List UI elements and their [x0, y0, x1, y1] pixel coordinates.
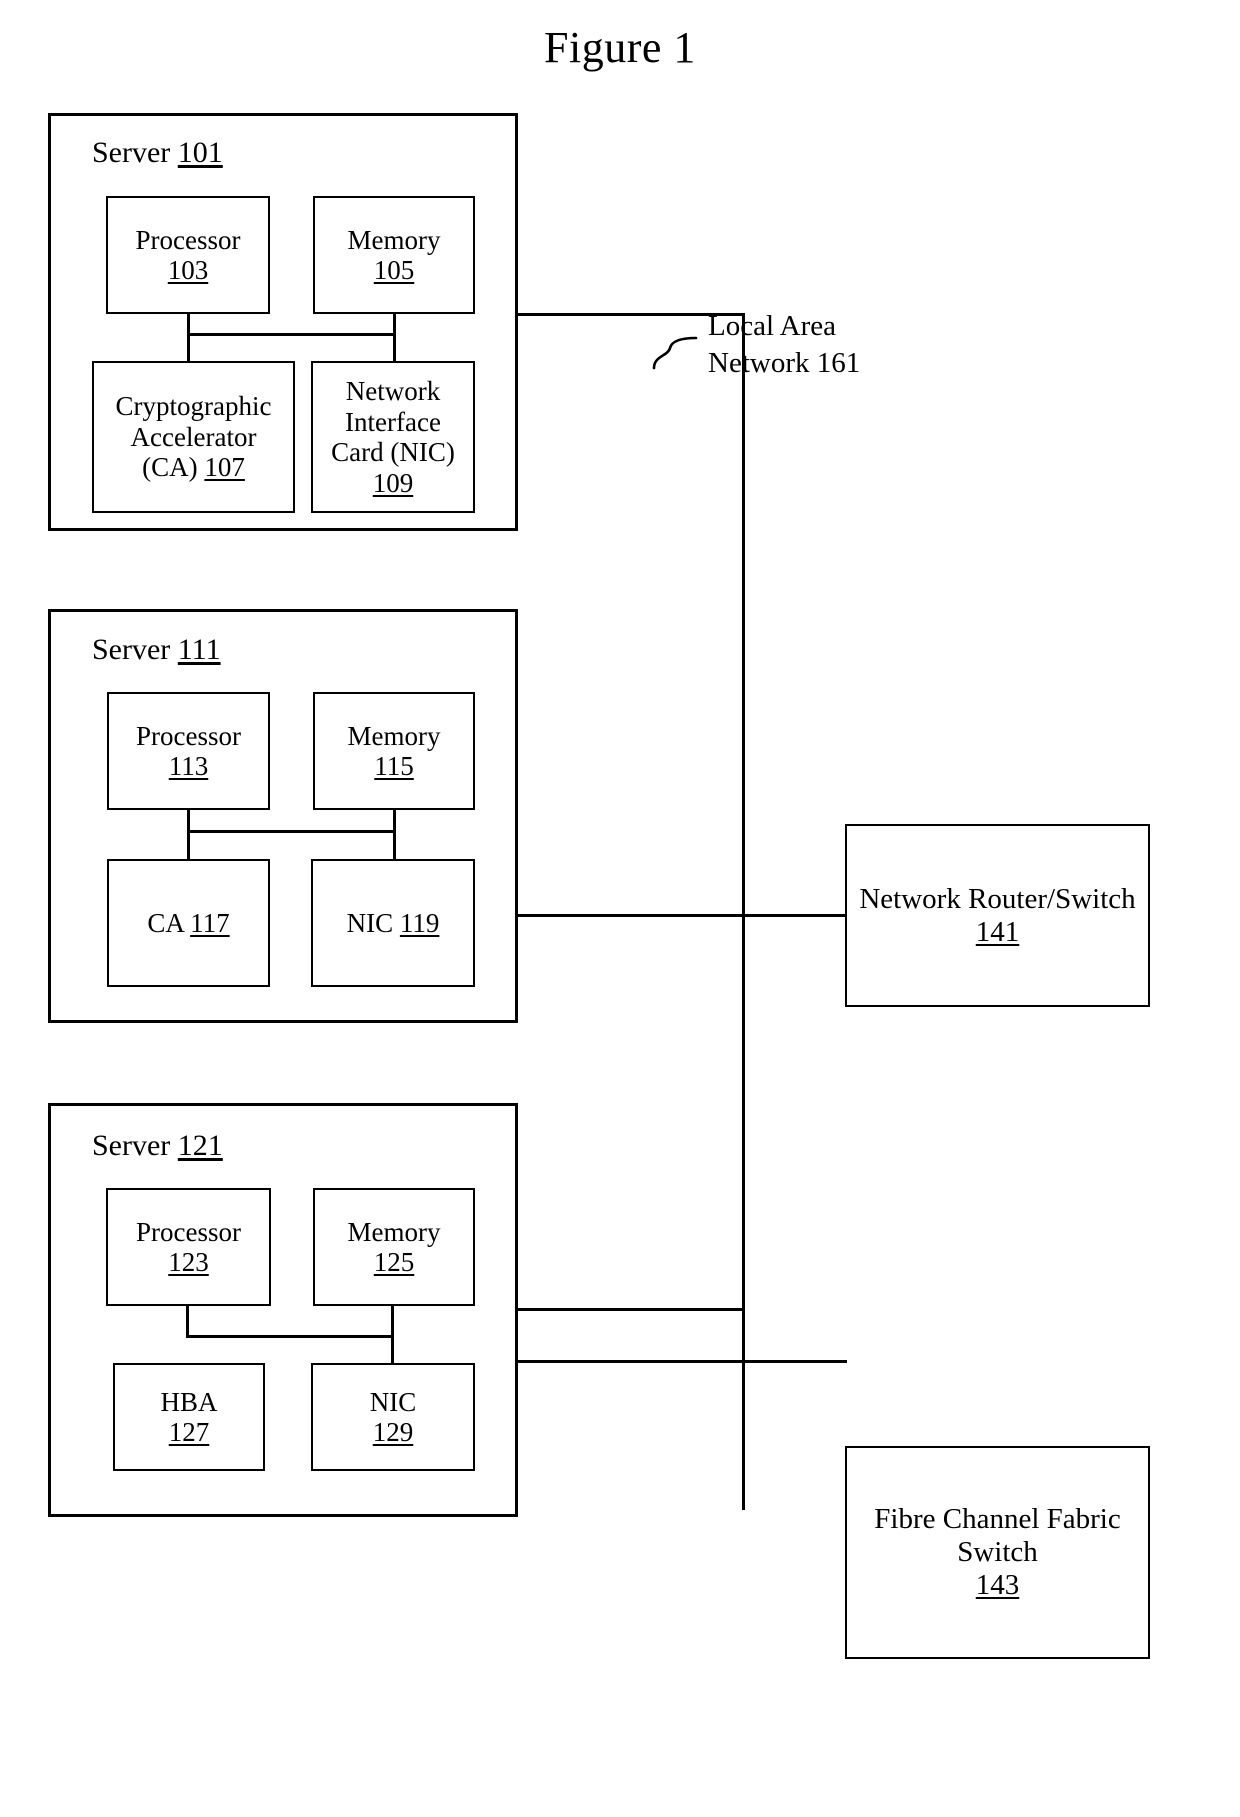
server-121-label: Server 121: [92, 1129, 223, 1163]
server-121-bus-line-memory: [391, 1306, 394, 1365]
lan-trunk-vertical: [742, 313, 745, 1510]
nic-label: NIC: [369, 1386, 417, 1417]
server-121-nic-text: NIC 129: [311, 1363, 475, 1471]
hba-number: 127: [168, 1417, 210, 1447]
network-router-switch-label: Network Router/Switch: [859, 882, 1136, 915]
server-111-bus-line-processor: [187, 810, 190, 859]
server-121-label-text: Server: [92, 1129, 171, 1162]
crypto-accelerator-label-line1: Cryptographic: [115, 391, 272, 422]
lan-label-line1: Local Area: [708, 310, 837, 342]
processor-label: Processor: [136, 1216, 241, 1247]
crypto-accelerator-label-line3: (CA) 107: [142, 452, 245, 483]
lan-label-line2: Network 161: [708, 347, 861, 380]
processor-label: Processor: [136, 720, 241, 751]
server-121-bus-line-processor: [186, 1306, 189, 1337]
processor-number: 123: [168, 1247, 209, 1277]
crypto-accelerator-label: CA 117: [147, 907, 230, 938]
memory-label: Memory: [347, 720, 441, 751]
memory-number: 105: [373, 255, 415, 285]
network-router-switch-number: 141: [975, 915, 1020, 948]
network-router-switch-text: Network Router/Switch 141: [845, 824, 1150, 1007]
figure-title: Figure 1: [544, 23, 696, 72]
fibre-channel-label-line1: Fibre Channel Fabric: [874, 1503, 1121, 1536]
fibre-channel-link: [518, 1360, 847, 1363]
processor-number: 103: [167, 255, 209, 285]
lan-branch-server-111: [518, 914, 744, 917]
nic-label-line3: Card (NIC): [331, 437, 455, 467]
lan-annotation: Local Area Network 161: [708, 308, 860, 382]
server-111-nic-text: NIC 119: [311, 859, 475, 987]
hba-label: HBA: [160, 1386, 218, 1417]
lan-brace-connector: [652, 336, 698, 370]
memory-number: 125: [373, 1247, 415, 1277]
memory-label: Memory: [347, 224, 441, 255]
nic-number: 119: [399, 907, 440, 938]
server-101-bus-line-processor: [187, 314, 190, 361]
memory-number: 115: [374, 751, 414, 781]
server-101-crypto-accelerator-text: Cryptographic Accelerator (CA) 107: [92, 361, 295, 513]
server-111-processor-text: Processor 113: [107, 692, 270, 810]
nic-label-line1: Network: [345, 376, 441, 406]
processor-number: 113: [168, 751, 209, 781]
server-101-label: Server 101: [92, 136, 223, 170]
server-111-bus-line-memory: [393, 810, 396, 859]
server-121-memory-text: Memory 125: [313, 1188, 475, 1306]
server-101-bus-line-memory: [393, 314, 396, 361]
fibre-channel-number: 143: [975, 1568, 1020, 1601]
server-121-label-number: 121: [177, 1129, 223, 1162]
nic-number: 109: [372, 467, 414, 498]
server-121-bus-line-jog: [186, 1335, 393, 1338]
crypto-accelerator-number: 117: [190, 907, 230, 938]
lan-to-router-switch: [742, 914, 847, 917]
crypto-accelerator-label-line2: Accelerator: [130, 421, 257, 452]
crypto-accelerator-number: 107: [204, 452, 245, 483]
nic-label-line2: Interface: [345, 406, 441, 437]
server-111-crypto-accelerator-text: CA 117: [107, 859, 270, 987]
server-111-label: Server 111: [92, 633, 221, 667]
server-101-bus-line-horizontal: [187, 333, 395, 336]
server-101-nic-text: Network Interface Card (NIC) 109: [311, 361, 475, 513]
processor-label: Processor: [135, 224, 241, 255]
server-111-label-number: 111: [177, 633, 221, 666]
server-101-label-text: Server: [92, 136, 171, 169]
server-111-bus-line-horizontal: [187, 830, 395, 833]
server-101-label-number: 101: [177, 136, 223, 169]
server-111-label-text: Server: [92, 633, 171, 666]
lan-branch-server-121: [518, 1308, 744, 1311]
server-121-processor-text: Processor 123: [106, 1188, 271, 1306]
nic-label: NIC 119: [346, 907, 440, 938]
memory-label: Memory: [347, 1216, 441, 1247]
fibre-channel-fabric-switch-text: Fibre Channel Fabric Switch 143: [845, 1446, 1150, 1659]
server-101-processor-text: Processor 103: [106, 196, 270, 314]
server-101-memory-text: Memory 105: [313, 196, 475, 314]
nic-number: 129: [372, 1417, 414, 1447]
server-121-hba-text: HBA 127: [113, 1363, 265, 1471]
server-111-memory-text: Memory 115: [313, 692, 475, 810]
fibre-channel-label-line2: Switch: [957, 1536, 1038, 1569]
